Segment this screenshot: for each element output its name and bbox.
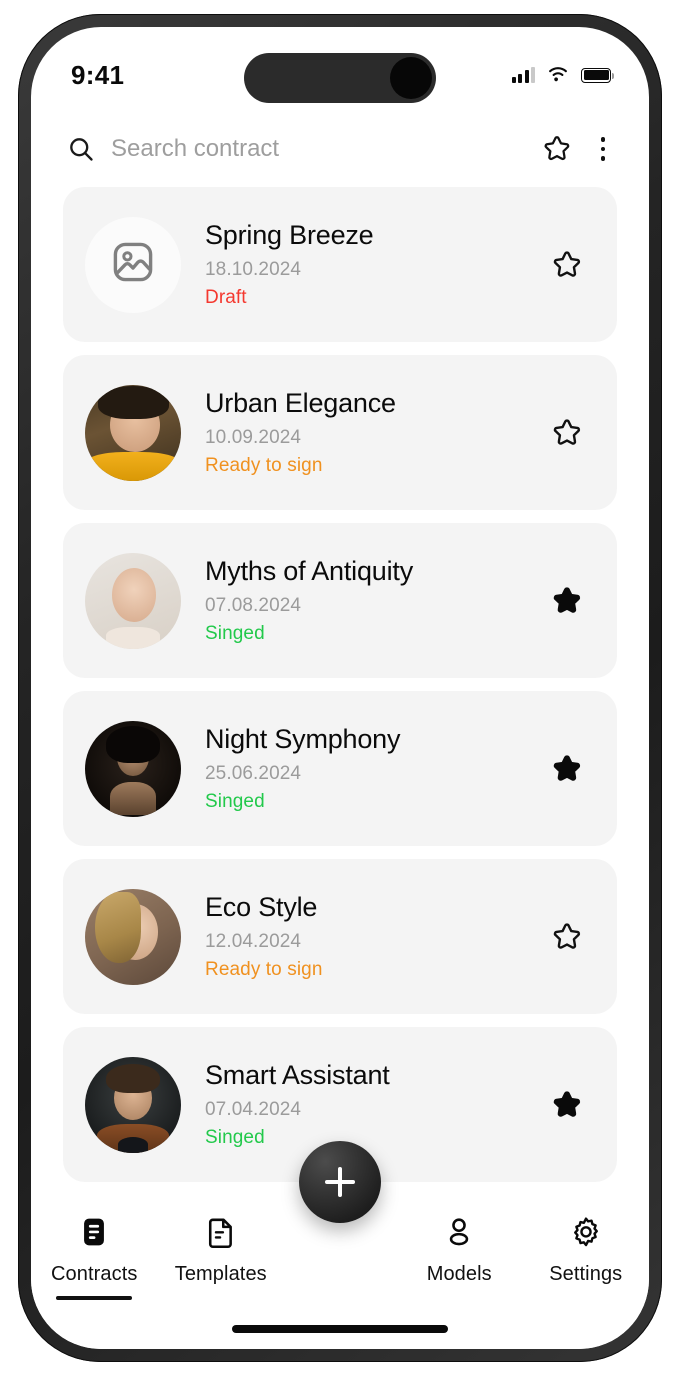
contract-date: 12.04.2024 <box>205 931 302 953</box>
contract-thumbnail <box>85 552 181 649</box>
avatar <box>85 384 181 481</box>
search-icon <box>67 135 95 163</box>
contract-info: Spring Breeze 18.10.2024 Draft <box>181 220 547 309</box>
contract-card[interactable]: Myths of Antiquity 07.08.2024 Singed <box>63 523 617 678</box>
contract-status: Ready to sign <box>205 455 323 477</box>
contract-title: Spring Breeze <box>205 219 374 250</box>
favorite-toggle-button[interactable] <box>547 920 587 954</box>
contract-title: Smart Assistant <box>205 1059 390 1090</box>
wifi-icon <box>546 64 570 87</box>
contract-info: Urban Elegance 10.09.2024 Ready to sign <box>181 388 547 477</box>
more-vertical-icon[interactable] <box>589 135 617 163</box>
nav-active-indicator <box>56 1296 133 1300</box>
contract-info: Myths of Antiquity 07.08.2024 Singed <box>181 556 547 645</box>
contract-title: Night Symphony <box>205 723 401 754</box>
contract-thumbnail <box>85 216 181 313</box>
contract-status: Singed <box>205 623 265 645</box>
favorite-toggle-button[interactable] <box>547 752 587 786</box>
contract-title: Eco Style <box>205 891 318 922</box>
avatar <box>85 552 181 649</box>
contract-thumbnail <box>85 384 181 481</box>
contract-info: Night Symphony 25.06.2024 Singed <box>181 724 547 813</box>
avatar <box>85 888 181 985</box>
contract-thumbnail <box>85 888 181 985</box>
home-indicator <box>232 1325 448 1333</box>
favorite-toggle-button[interactable] <box>547 584 587 618</box>
contract-card[interactable]: Night Symphony 25.06.2024 Singed <box>63 691 617 846</box>
nav-label-models: Models <box>426 1263 492 1285</box>
avatar <box>85 720 181 817</box>
contract-info: Eco Style 12.04.2024 Ready to sign <box>181 892 547 981</box>
star-outline-icon <box>553 922 581 949</box>
contract-card[interactable]: Urban Elegance 10.09.2024 Ready to sign <box>63 355 617 510</box>
contract-card[interactable]: Spring Breeze 18.10.2024 Draft <box>63 187 617 342</box>
contract-status: Draft <box>205 287 247 309</box>
add-contract-fab[interactable] <box>299 1141 381 1223</box>
search-header <box>31 115 649 183</box>
status-bar-icons <box>511 64 614 87</box>
battery-full-icon <box>581 67 614 83</box>
nav-label-templates: Templates <box>174 1263 267 1285</box>
star-filled-icon <box>553 1090 581 1117</box>
contract-date: 25.06.2024 <box>205 763 302 785</box>
person-icon <box>442 1215 476 1254</box>
star-outline-icon <box>553 250 581 277</box>
nav-label-settings: Settings <box>549 1263 623 1285</box>
contract-card[interactable]: Eco Style 12.04.2024 Ready to sign <box>63 859 617 1014</box>
contract-status: Singed <box>205 1127 265 1149</box>
image-placeholder-icon <box>109 238 157 291</box>
contract-status: Ready to sign <box>205 959 323 981</box>
contract-date: 07.04.2024 <box>205 1099 302 1121</box>
contract-thumbnail <box>85 1056 181 1153</box>
contract-thumbnail <box>85 720 181 817</box>
contract-date: 10.09.2024 <box>205 427 302 449</box>
contract-list[interactable]: Spring Breeze 18.10.2024 Draft Urban Ele… <box>31 187 649 1197</box>
cellular-signal-icon <box>511 67 535 83</box>
search-input[interactable] <box>111 135 525 163</box>
contract-status: Singed <box>205 791 265 813</box>
avatar <box>85 1056 181 1153</box>
phone-frame: 9:41 Search contract Spring Breeze 18.10… <box>18 14 662 1362</box>
contract-date: 18.10.2024 <box>205 259 302 281</box>
contract-info: Smart Assistant 07.04.2024 Singed <box>181 1060 547 1149</box>
favorite-toggle-button[interactable] <box>547 416 587 450</box>
nav-label-contracts: Contracts <box>51 1263 138 1285</box>
plus-icon <box>325 1167 355 1197</box>
contract-title: Urban Elegance <box>205 387 396 418</box>
nav-item-models[interactable]: Models <box>396 1215 523 1286</box>
star-filled-icon <box>553 754 581 781</box>
favorite-toggle-button[interactable] <box>547 1088 587 1122</box>
favorite-toggle-button[interactable] <box>547 248 587 282</box>
star-outline-icon <box>553 418 581 445</box>
nav-item-settings[interactable]: Settings <box>523 1215 650 1286</box>
phone-screen: 9:41 Search contract Spring Breeze 18.10… <box>31 27 649 1349</box>
star-filled-icon <box>553 586 581 613</box>
contract-title: Myths of Antiquity <box>205 555 413 586</box>
nav-item-templates[interactable]: Templates <box>158 1215 285 1286</box>
template-file-icon <box>204 1215 238 1254</box>
gear-icon <box>569 1215 603 1254</box>
status-bar-time: 9:41 <box>71 59 125 90</box>
contracts-document-icon <box>77 1215 111 1254</box>
nav-item-contracts[interactable]: Contracts <box>31 1215 158 1300</box>
favorites-filter-button[interactable] <box>541 133 573 165</box>
front-camera-icon <box>390 57 432 99</box>
dynamic-island <box>244 53 436 103</box>
contract-date: 07.08.2024 <box>205 595 302 617</box>
